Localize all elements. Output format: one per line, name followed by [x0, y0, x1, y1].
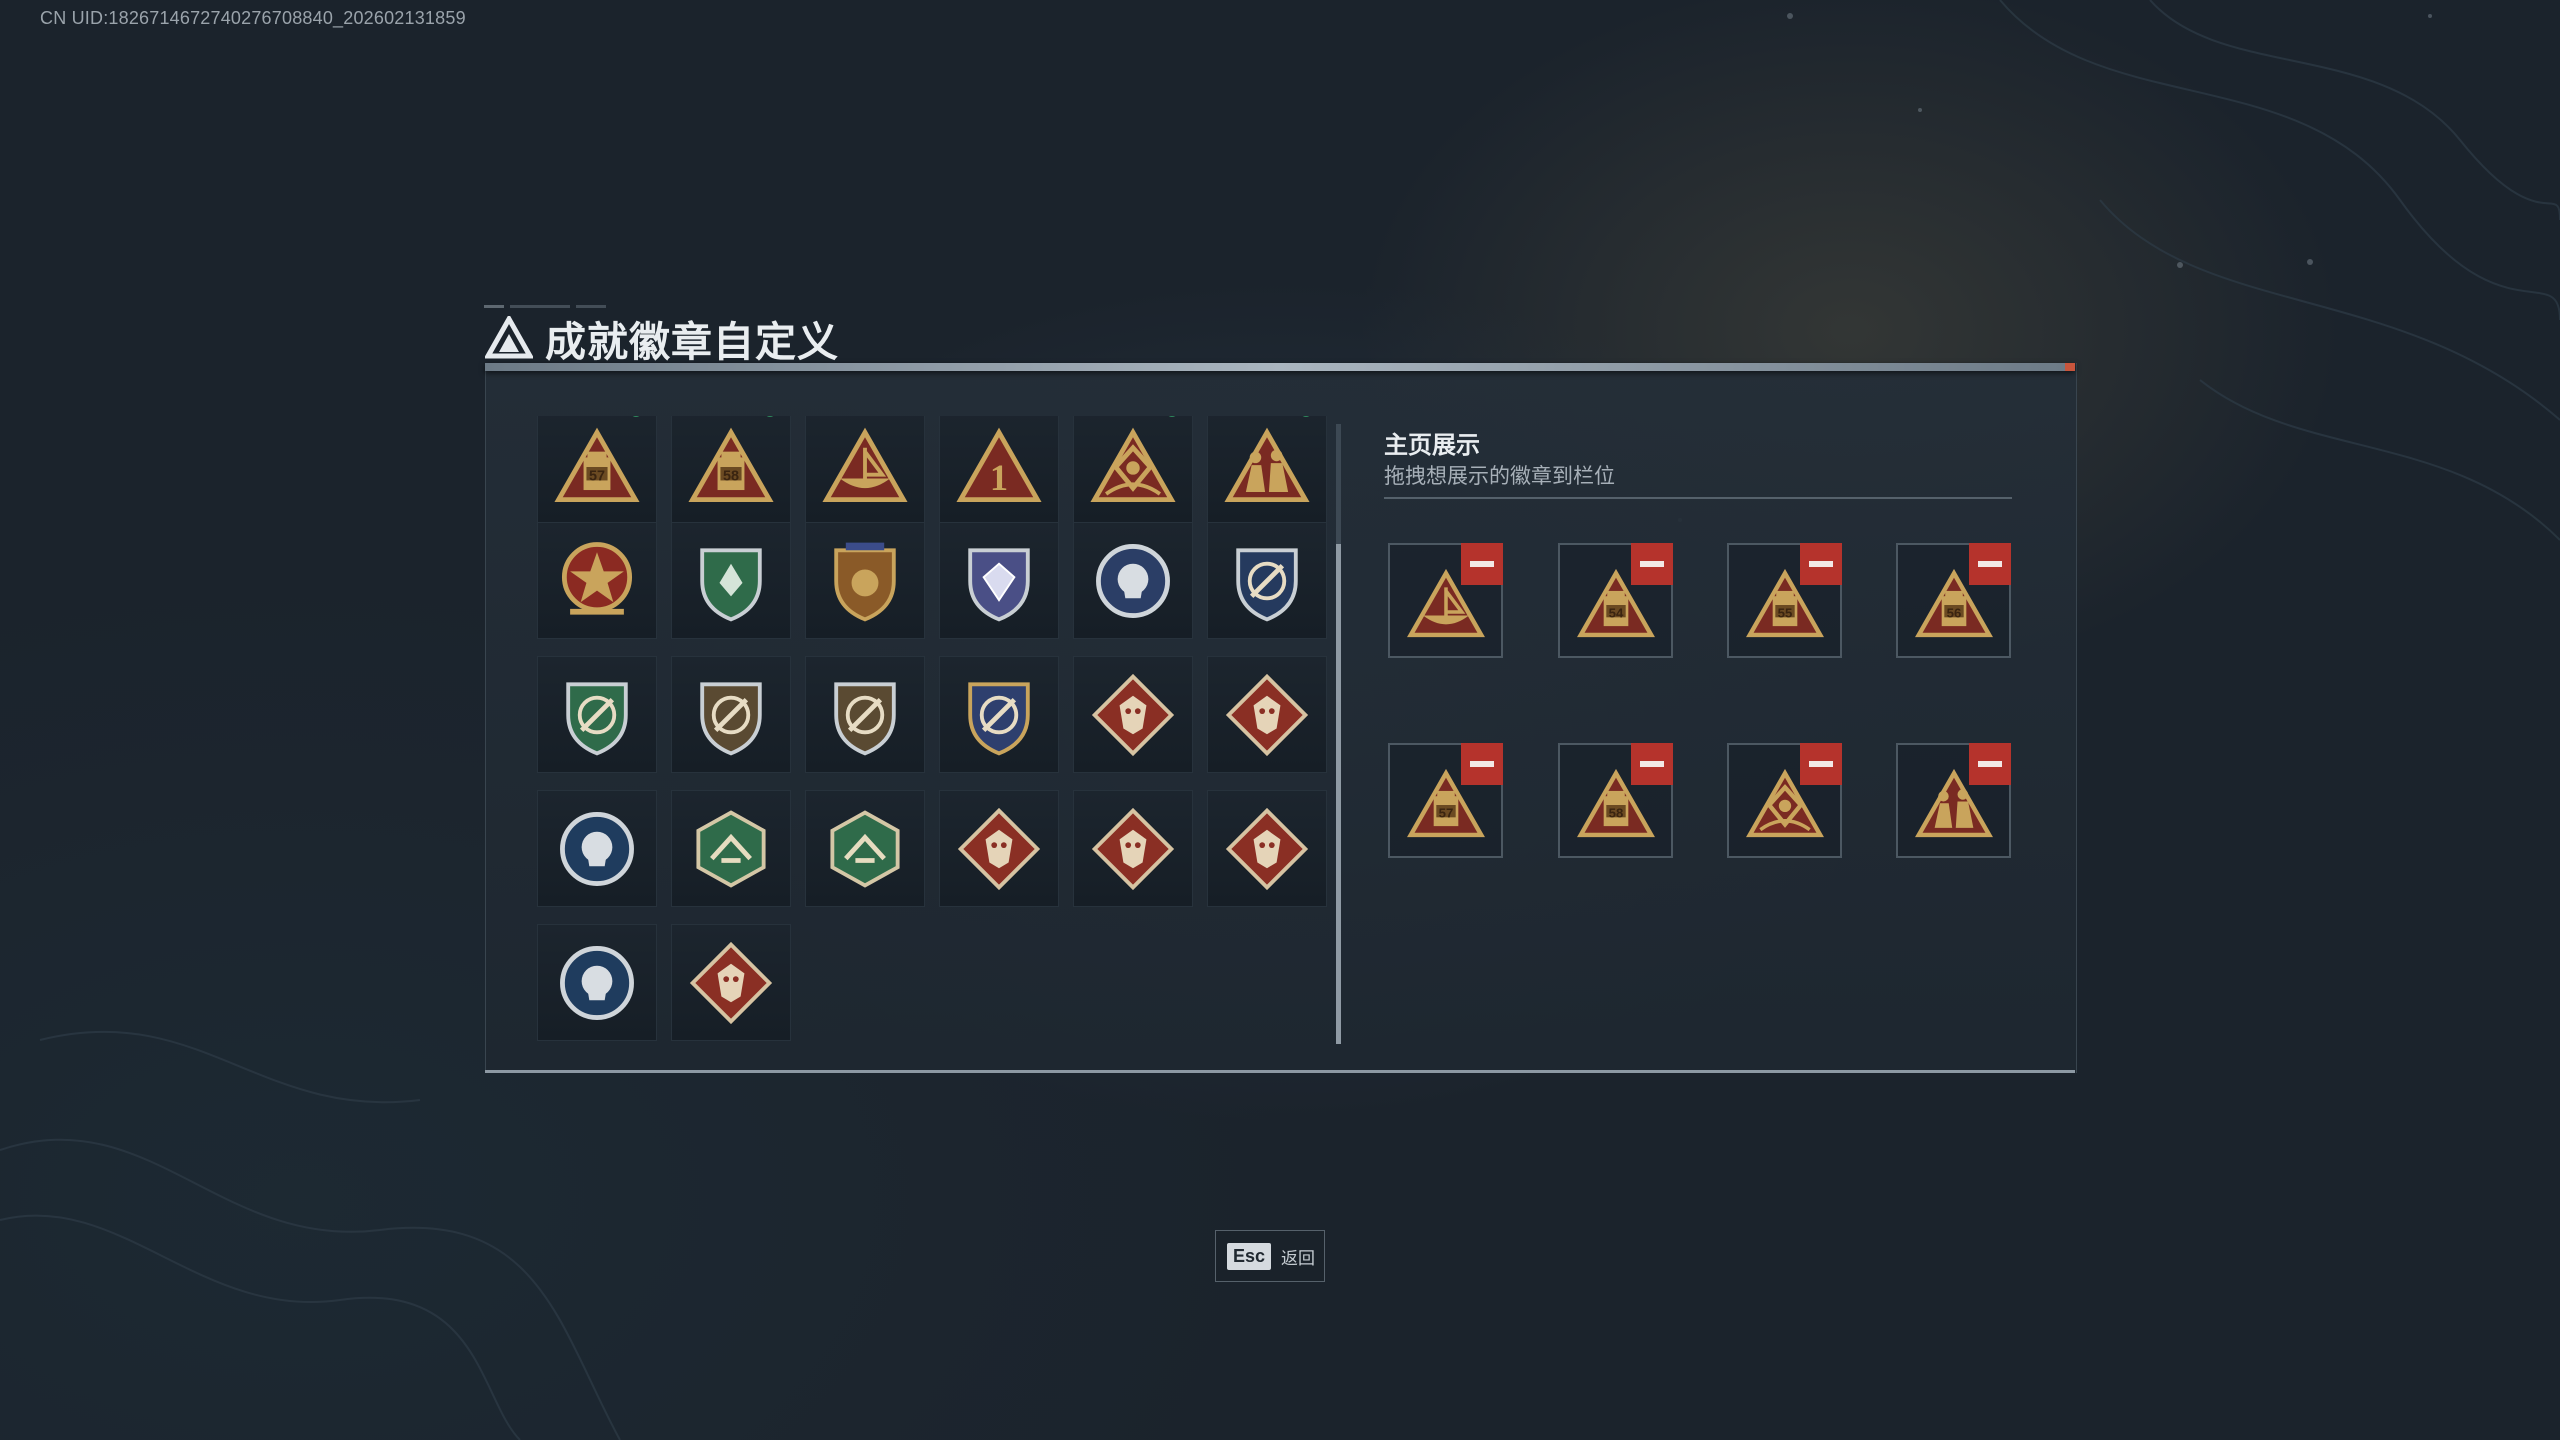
tri-tower-icon: 57 [554, 427, 640, 502]
remove-badge-button[interactable] [1800, 743, 1842, 785]
remove-badge-button[interactable] [1800, 543, 1842, 585]
showcase-divider [1384, 497, 2012, 499]
svg-text:1: 1 [990, 457, 1008, 498]
new-indicator-dot [1166, 416, 1178, 417]
remove-badge-button[interactable] [1969, 743, 2011, 785]
esc-key-icon: Esc [1227, 1242, 1272, 1270]
svg-text:54: 54 [1608, 605, 1623, 620]
new-indicator-dot [630, 416, 642, 417]
back-button[interactable]: Esc 返回 [1215, 1230, 1325, 1282]
badge-tile[interactable]: 1 [939, 416, 1059, 525]
badge-tile[interactable] [1207, 790, 1327, 907]
showcase-slot[interactable] [1727, 743, 1842, 858]
showcase-slot[interactable]: 55 [1727, 543, 1842, 658]
svg-text:55: 55 [1777, 605, 1792, 620]
panel-top-bar [485, 363, 2075, 371]
tri-one-icon: 1 [956, 427, 1042, 502]
tri-soldiers-icon [1224, 427, 1310, 502]
round-wolf-blue-icon [560, 945, 634, 1020]
remove-badge-button[interactable] [1461, 743, 1503, 785]
shield-purple-gem-icon [968, 547, 1030, 621]
panel-bottom-border [485, 1070, 2075, 1073]
badge-tile[interactable] [537, 924, 657, 1041]
badge-scrollbar-thumb[interactable] [1336, 544, 1341, 1044]
shield-green-emblem-icon [700, 547, 762, 621]
showcase-title: 主页展示 [1384, 432, 1480, 459]
new-indicator-dot [764, 416, 776, 417]
tri-tower-icon: 58 [688, 427, 774, 502]
remove-badge-button[interactable] [1461, 543, 1503, 585]
diamond-dragon-red-icon [957, 807, 1041, 890]
badge-tile[interactable] [1073, 522, 1193, 639]
showcase-slot[interactable] [1896, 743, 2011, 858]
hex-wings-green-icon [696, 809, 766, 888]
badge-tile[interactable] [939, 790, 1059, 907]
diamond-wolf-red-icon [1091, 673, 1175, 756]
badge-tile[interactable] [671, 522, 791, 639]
tri-crest-icon [1090, 427, 1176, 502]
badge-tile[interactable] [939, 656, 1059, 773]
badge-tile[interactable] [537, 656, 657, 773]
badge-tile[interactable] [805, 790, 925, 907]
round-skull-blue-icon [1096, 543, 1170, 618]
star-medal-red-icon [561, 541, 633, 615]
diamond-dragon-red-icon [1091, 807, 1175, 890]
badge-tile[interactable] [671, 790, 791, 907]
shield-navy-crosshair-icon [1236, 547, 1298, 621]
showcase-slot[interactable]: 57 [1388, 743, 1503, 858]
tri-boat-icon [822, 427, 908, 502]
badge-tile[interactable] [1207, 656, 1327, 773]
delta-logo-icon [485, 316, 533, 359]
badge-tile[interactable] [939, 522, 1059, 639]
showcase-slot[interactable] [1388, 543, 1503, 658]
shield-bronze-crosshair-icon [700, 681, 762, 755]
svg-text:58: 58 [723, 468, 739, 484]
remove-badge-button[interactable] [1969, 543, 2011, 585]
badge-tile[interactable] [1073, 656, 1193, 773]
badge-tile[interactable] [537, 522, 657, 639]
new-indicator-dot [1300, 416, 1312, 417]
page-header: 成就徽章自定义 [485, 308, 839, 368]
showcase-subtitle: 拖拽想展示的徽章到栏位 [1384, 465, 1615, 488]
badge-tile[interactable] [805, 416, 925, 525]
round-eagle-blue-icon [560, 811, 634, 886]
badge-tile[interactable] [671, 924, 791, 1041]
showcase-slot[interactable]: 58 [1558, 743, 1673, 858]
diamond-runner-red-icon [1225, 807, 1309, 890]
badge-tile[interactable] [1207, 522, 1327, 639]
shield-gold-crosshair-icon [968, 681, 1030, 755]
page-title: 成就徽章自定义 [545, 319, 839, 365]
svg-text:57: 57 [1438, 805, 1453, 820]
showcase-slot[interactable]: 56 [1896, 543, 2011, 658]
badge-tile[interactable] [805, 522, 925, 639]
badge-tile[interactable] [537, 790, 657, 907]
shield-gold-stars-icon [834, 542, 896, 621]
badge-tile[interactable] [1073, 416, 1193, 525]
badge-tile[interactable]: 57 [537, 416, 657, 525]
svg-text:57: 57 [589, 468, 605, 484]
remove-badge-button[interactable] [1631, 543, 1673, 585]
diamond-wolf-red-icon [1225, 673, 1309, 756]
badge-tile[interactable] [1073, 790, 1193, 907]
badge-grid: 57 58 1 [537, 416, 1327, 1046]
showcase-slot[interactable]: 54 [1558, 543, 1673, 658]
diamond-fist-red-icon [689, 941, 773, 1024]
svg-text:58: 58 [1608, 805, 1623, 820]
hex-gun-green-icon [830, 809, 900, 888]
shield-green-crosshair-icon [566, 681, 628, 755]
back-label: 返回 [1281, 1248, 1316, 1268]
badge-tile[interactable] [1207, 416, 1327, 525]
badge-tile[interactable]: 58 [671, 416, 791, 525]
shield-bronze-crosshair-icon [834, 681, 896, 755]
svg-text:56: 56 [1946, 605, 1961, 620]
badge-tile[interactable] [671, 656, 791, 773]
badge-tile[interactable] [805, 656, 925, 773]
uid-label: CN UID:1826714672740276708840_2026021318… [40, 8, 466, 28]
remove-badge-button[interactable] [1631, 743, 1673, 785]
